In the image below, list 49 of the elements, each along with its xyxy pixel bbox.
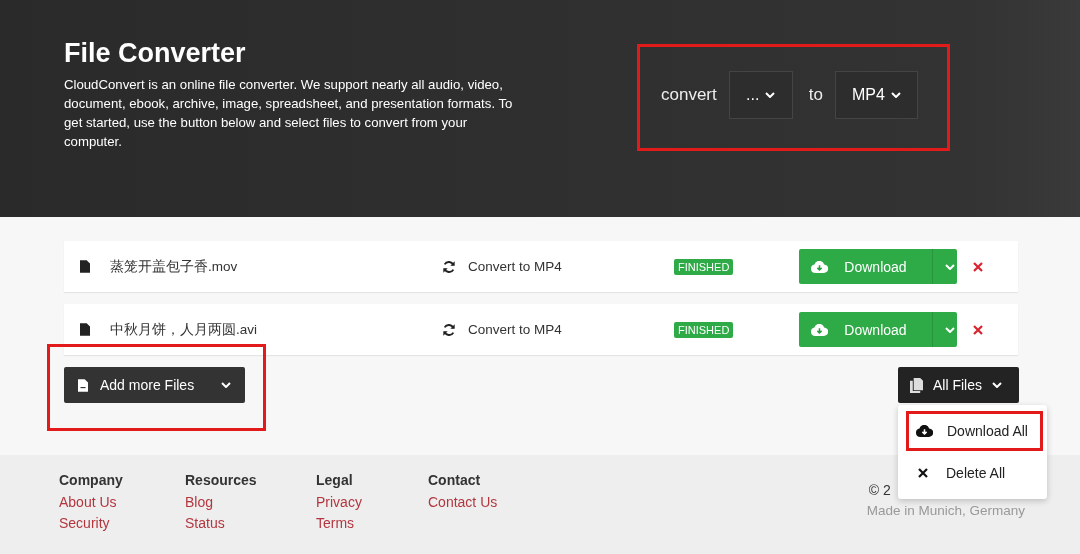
convert-label: convert — [661, 85, 717, 105]
footer-link[interactable]: Privacy — [316, 494, 428, 510]
download-button[interactable]: Download — [799, 249, 958, 284]
footer-link[interactable]: Terms — [316, 515, 428, 531]
location-note: Made in Munich, Germany — [866, 503, 1025, 518]
to-label: to — [808, 85, 823, 105]
footer-heading: Contact — [428, 472, 482, 488]
target-format-select[interactable]: MP4 — [834, 71, 918, 119]
source-format-select[interactable]: ... — [728, 71, 793, 119]
chevron-icon — [945, 326, 956, 333]
refresh-icon — [442, 259, 456, 274]
delete-icon[interactable] — [973, 324, 984, 335]
copy-icon — [910, 377, 923, 393]
all-files-button[interactable]: All Files — [898, 367, 1019, 403]
footer-heading: Company — [59, 472, 124, 488]
footer-link[interactable]: About Us — [59, 494, 185, 510]
file-icon — [78, 378, 88, 392]
footer-heading: Resources — [185, 472, 258, 488]
menu-item[interactable]: Download All — [898, 410, 1047, 452]
file-name: 中秋月饼，人月两圆.avi — [110, 320, 258, 339]
footer-heading: Legal — [316, 472, 354, 488]
status-badge: FINISHED — [674, 258, 734, 275]
cloud-download-icon — [811, 260, 829, 273]
chevron-icon — [992, 382, 1002, 388]
file-icon — [80, 323, 90, 336]
refresh-icon — [442, 322, 456, 337]
convert-target[interactable]: Convert to MP4 — [468, 322, 674, 337]
add-files-button[interactable]: Add more Files — [64, 367, 245, 403]
copyright: © 2 — [868, 482, 891, 498]
chevron-icon — [765, 92, 776, 98]
footer-link[interactable]: Blog — [185, 494, 316, 510]
close-icon — [918, 468, 928, 478]
chevron-icon — [221, 382, 231, 388]
footer-link[interactable]: Security — [59, 515, 185, 531]
status-badge: FINISHED — [674, 321, 734, 338]
page-title: File Converter — [64, 38, 247, 69]
file-icon — [80, 260, 90, 273]
menu-item[interactable]: Delete All — [898, 452, 1047, 494]
download-button[interactable]: Download — [799, 312, 958, 347]
chevron-icon — [890, 92, 901, 98]
footer-link[interactable]: Status — [185, 515, 316, 531]
cloud-download-icon — [916, 425, 933, 437]
footer-link[interactable]: Contact Us — [428, 494, 498, 510]
file-name: 蒸笼开盖包子香.mov — [110, 257, 239, 276]
description: CloudConvert is an online file converter. We support nearly all audio, video, document, ebook, archive, image, spreadsheet, and presentation formats. To get started, use the button below and select files to convert from your computer. — [64, 76, 514, 151]
cloud-download-icon — [811, 323, 829, 336]
convert-target[interactable]: Convert to MP4 — [468, 259, 674, 274]
chevron-icon — [945, 263, 956, 270]
delete-icon[interactable] — [973, 261, 984, 272]
